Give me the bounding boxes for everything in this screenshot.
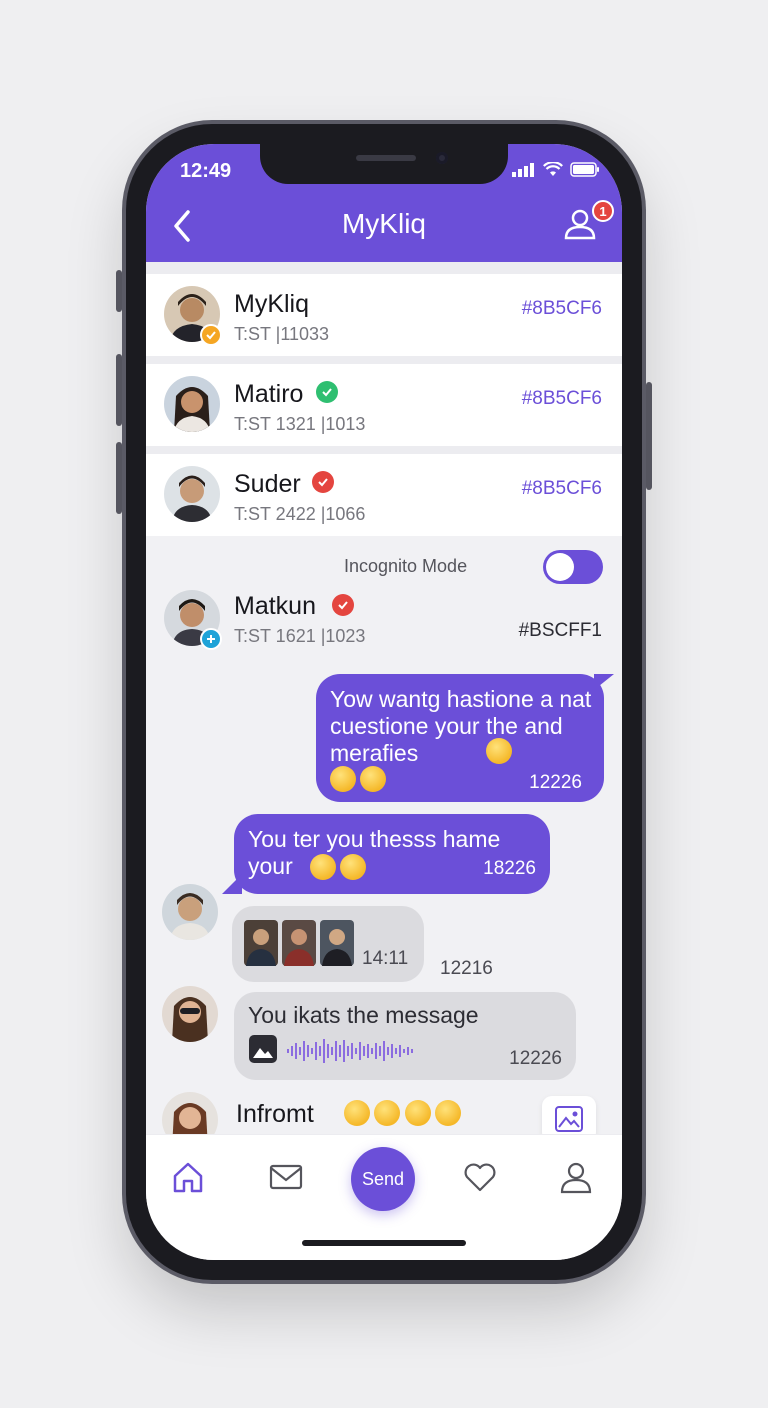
- contact-code: #8B5CF6: [521, 388, 602, 409]
- contact-row[interactable]: Suder T:ST 2422 |1066 #8B5CF6: [146, 454, 622, 536]
- kiss-emoji: [486, 738, 512, 764]
- contact-row[interactable]: MyKliq T:ST |11033 #8B5CF6: [146, 274, 622, 356]
- row-separator: [146, 356, 622, 364]
- message-emojis: [310, 854, 367, 880]
- contact-subtitle: T:ST 2422 |1066: [234, 504, 366, 524]
- screen: 12:49 MyKliq 1 MyKliq T:ST |11033 #8B5CF…: [146, 144, 622, 1260]
- phone-frame: 12:49 MyKliq 1 MyKliq T:ST |11033 #8B5CF…: [116, 124, 652, 1280]
- plus-badge-icon: [200, 628, 222, 650]
- kiss-emoji[interactable]: [404, 1100, 431, 1126]
- verified-icon: [312, 471, 334, 493]
- message-time: 14:11: [362, 948, 409, 969]
- contact-subtitle: T:ST |11033: [234, 324, 330, 344]
- app-title: MyKliq: [341, 208, 426, 239]
- bubble-tail: [222, 874, 242, 894]
- message-time: 12226: [509, 1048, 562, 1069]
- mute-switch: [116, 270, 122, 312]
- mail-icon[interactable]: [268, 1159, 304, 1195]
- incognito-label: Incognito Mode: [344, 556, 468, 576]
- wifi-icon: [543, 162, 563, 176]
- avatar: [164, 376, 220, 432]
- composer-emojis[interactable]: [344, 1100, 462, 1126]
- gallery-icon: [555, 1106, 583, 1132]
- status-icons: [512, 162, 600, 177]
- speaker: [356, 155, 416, 161]
- contact-subtitle: T:ST 1321 |1013: [234, 414, 366, 434]
- photo-thumbnail[interactable]: [282, 920, 316, 966]
- message-time: 18226: [483, 858, 536, 879]
- verified-icon: [316, 381, 338, 403]
- sender-avatar: [162, 986, 218, 1042]
- composer-text[interactable]: Infromt: [236, 1100, 314, 1129]
- profile-icon[interactable]: [558, 1159, 594, 1195]
- notification-badge: 1: [592, 200, 614, 222]
- message-time: 12226: [529, 772, 582, 793]
- contact-name: Matiro: [234, 380, 304, 408]
- contact-code: #8B5CF6: [521, 298, 602, 319]
- message-emojis: [330, 766, 387, 792]
- contact-name: Matkun: [234, 592, 316, 620]
- verified-icon: [332, 594, 354, 616]
- dizzy-emoji: [330, 766, 356, 792]
- incognito-toggle[interactable]: [543, 550, 603, 584]
- incoming-image-message[interactable]: 14:11: [232, 906, 424, 982]
- avatar: [164, 466, 220, 522]
- signal-icon: [512, 162, 534, 177]
- heart-eyes-emoji: [340, 854, 367, 880]
- active-contact[interactable]: Matkun T:ST 1621 |1023 #BSCFF1: [146, 590, 622, 666]
- power-button: [646, 382, 652, 490]
- home-indicator: [302, 1240, 466, 1246]
- sender-avatar: [162, 884, 218, 940]
- contact-name: Suder: [234, 470, 301, 498]
- heart-icon[interactable]: [462, 1159, 498, 1195]
- send-button[interactable]: Send: [351, 1147, 415, 1211]
- audio-waveform: [287, 1039, 413, 1063]
- message-text: Yow wantg hastione a nat cuestione your …: [330, 686, 592, 766]
- contact-code: #8B5CF6: [521, 478, 602, 499]
- status-time: 12:49: [180, 160, 232, 182]
- image-icon[interactable]: [248, 1034, 278, 1064]
- battery-icon: [570, 162, 599, 177]
- outgoing-message[interactable]: You ter you thesss hame your 18226: [234, 814, 550, 894]
- message-time: 12216: [440, 958, 493, 979]
- kiss-emoji: [310, 854, 336, 880]
- row-separator: [146, 446, 622, 454]
- photo-thumbnail[interactable]: [244, 920, 278, 966]
- squint-emoji[interactable]: [374, 1100, 401, 1126]
- bubble-tail: [594, 674, 614, 690]
- volume-down-button: [116, 442, 122, 514]
- toggle-knob: [546, 553, 574, 581]
- verified-icon: [200, 324, 222, 346]
- outgoing-message[interactable]: Yow wantg hastione a nat cuestione your …: [316, 674, 604, 802]
- front-camera: [436, 152, 448, 164]
- kiss-emoji: [360, 766, 387, 792]
- notch: [260, 144, 508, 184]
- contact-row[interactable]: Matiro T:ST 1321 |1013 #8B5CF6: [146, 364, 622, 446]
- contact-code: #BSCFF1: [518, 620, 602, 641]
- contact-name: MyKliq: [234, 290, 310, 318]
- volume-up-button: [116, 354, 122, 426]
- home-icon[interactable]: [170, 1159, 206, 1195]
- photo-thumbnail[interactable]: [320, 920, 354, 966]
- header-separator: [146, 262, 622, 274]
- shocked-emoji[interactable]: [344, 1100, 370, 1126]
- contact-subtitle: T:ST 1621 |1023: [234, 626, 366, 646]
- incoming-voice-message[interactable]: You ikats the message 12226: [234, 992, 576, 1080]
- message-text: You ikats the message: [248, 1002, 479, 1028]
- kiss-emoji[interactable]: [435, 1100, 462, 1126]
